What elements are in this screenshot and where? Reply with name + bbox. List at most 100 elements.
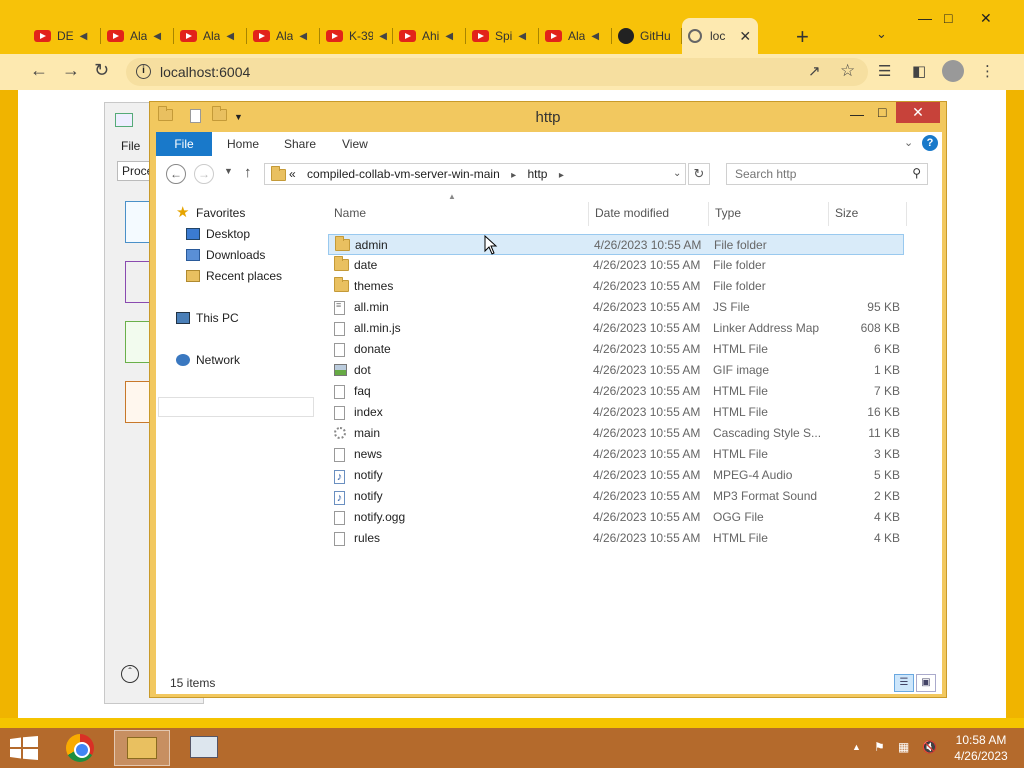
close-icon[interactable]: ✕ — [980, 10, 992, 27]
volume-muted-icon[interactable]: 🔇 — [922, 740, 937, 754]
search-icon[interactable]: ⚲ — [912, 166, 921, 180]
address-path-box[interactable]: « compiled-collab-vm-server-win-main ▸ h… — [264, 163, 686, 185]
share-icon[interactable]: ↗ — [808, 62, 821, 80]
task-manager-file-menu[interactable]: File — [121, 139, 140, 153]
column-header-size[interactable]: Size — [835, 206, 858, 220]
browser-tab[interactable]: Ahi ◀ — [393, 20, 466, 52]
tab-search-chevron-icon[interactable]: ⌄ — [876, 26, 887, 42]
nav-desktop[interactable]: Desktop — [186, 227, 250, 241]
back-icon[interactable]: ← — [166, 164, 186, 184]
close-tab-icon[interactable]: ✕ — [739, 28, 751, 45]
nav-favorites[interactable]: ★ Favorites — [176, 205, 245, 220]
column-header-name[interactable]: Name — [334, 206, 366, 220]
audio-playing-icon[interactable]: ◀ — [153, 31, 161, 42]
refresh-icon[interactable]: ↻ — [688, 163, 710, 185]
browser-tab[interactable]: Ala ◀ — [539, 20, 612, 52]
file-row[interactable]: ♪ notify 4/26/2023 10:55 AM MPEG-4 Audio 5 K… — [328, 465, 904, 486]
address-bar[interactable]: i localhost:6004 ↗ ☆ — [126, 58, 868, 86]
audio-playing-icon[interactable]: ◀ — [445, 31, 453, 42]
bookmark-star-icon[interactable]: ☆ — [840, 61, 855, 81]
column-header-type[interactable]: Type — [715, 206, 741, 220]
windows-start-icon[interactable] — [10, 736, 38, 760]
minimize-icon[interactable]: — — [918, 10, 932, 26]
file-row[interactable]: donate 4/26/2023 10:55 AM HTML File 6 KB — [328, 339, 904, 360]
browser-tab[interactable]: Spi ◀ — [466, 20, 539, 52]
tab-home[interactable]: Home — [227, 137, 259, 151]
recent-locations-dropdown-icon[interactable]: ▼ — [224, 166, 233, 176]
browser-tab[interactable]: Ala ◀ — [247, 20, 320, 52]
profile-avatar[interactable] — [942, 60, 964, 82]
file-row[interactable]: all.min 4/26/2023 10:55 AM JS File 95 KB — [328, 297, 904, 318]
show-hidden-icons-icon[interactable]: ▲ — [852, 742, 861, 752]
browser-tab[interactable]: GitHu — [612, 20, 682, 52]
audio-playing-icon[interactable]: ◀ — [518, 31, 526, 42]
file-row[interactable]: admin 4/26/2023 10:55 AM File folder — [328, 234, 904, 255]
tab-share[interactable]: Share — [284, 137, 316, 151]
chrome-taskbar-button[interactable] — [52, 730, 108, 766]
column-header-date[interactable]: Date modified — [595, 206, 669, 220]
file-row[interactable]: all.min.js 4/26/2023 10:55 AM Linker Addre… — [328, 318, 904, 339]
side-panel-icon[interactable]: ◧ — [912, 62, 926, 80]
browser-tab[interactable]: Ala ◀ — [101, 20, 174, 52]
address-dropdown-icon[interactable]: ⌄ — [673, 168, 681, 179]
up-arrow-icon[interactable]: ↑ — [244, 164, 252, 181]
file-row[interactable]: main 4/26/2023 10:55 AM Cascading Style S.… — [328, 423, 904, 444]
new-tab-button[interactable]: + — [796, 24, 809, 50]
maximize-icon[interactable]: □ — [944, 10, 952, 26]
browser-tab[interactable]: K-391 ◀ — [320, 20, 393, 52]
menu-kebab-icon[interactable]: ⋮ — [980, 62, 995, 80]
nav-downloads[interactable]: Downloads — [186, 248, 265, 262]
file-row[interactable]: index 4/26/2023 10:55 AM HTML File 16 KB — [328, 402, 904, 423]
file-row[interactable]: rules 4/26/2023 10:55 AM HTML File 4 KB — [328, 528, 904, 549]
column-divider[interactable] — [588, 202, 589, 226]
help-icon[interactable]: ? — [922, 135, 938, 151]
nav-recent-places[interactable]: Recent places — [186, 269, 282, 283]
forward-icon[interactable]: → — [194, 164, 214, 184]
breadcrumb-item[interactable]: compiled-collab-vm-server-win-main — [307, 167, 500, 181]
browser-tab[interactable]: DE ◀ — [28, 20, 101, 52]
breadcrumb-separator-icon[interactable]: ▸ — [559, 170, 564, 181]
reload-icon[interactable]: ↻ — [94, 60, 109, 81]
breadcrumb-item[interactable]: http — [527, 167, 547, 181]
column-divider[interactable] — [708, 202, 709, 226]
file-row[interactable]: faq 4/26/2023 10:55 AM HTML File 7 KB — [328, 381, 904, 402]
file-explorer-window[interactable]: ▼ http — □ ✕ File Home Share View ⌄ ? ← … — [149, 101, 947, 698]
network-tray-icon[interactable]: ▦ — [898, 740, 909, 754]
column-divider[interactable] — [906, 202, 907, 226]
site-info-icon[interactable]: i — [136, 64, 151, 79]
maximize-icon[interactable]: □ — [878, 104, 886, 120]
fewer-details-icon[interactable]: ˆ — [121, 665, 139, 683]
tab-file[interactable]: File — [156, 132, 212, 156]
breadcrumb-separator-icon[interactable]: ▸ — [511, 170, 516, 181]
audio-playing-icon[interactable]: ◀ — [226, 31, 234, 42]
search-box[interactable]: ⚲ — [726, 163, 928, 185]
audio-playing-icon[interactable]: ◀ — [591, 31, 599, 42]
minimize-icon[interactable]: — — [850, 106, 864, 122]
audio-playing-icon[interactable]: ◀ — [379, 31, 387, 42]
nav-network[interactable]: Network — [176, 353, 240, 367]
back-icon[interactable]: ← — [30, 60, 48, 81]
file-row[interactable]: dot 4/26/2023 10:55 AM GIF image 1 KB — [328, 360, 904, 381]
browser-tab[interactable]: Ala ◀ — [174, 20, 247, 52]
audio-playing-icon[interactable]: ◀ — [80, 31, 88, 42]
column-divider[interactable] — [828, 202, 829, 226]
file-explorer-taskbar-button[interactable] — [114, 730, 170, 766]
media-control-icon[interactable]: ☰ — [878, 62, 891, 80]
expand-ribbon-chevron-icon[interactable]: ⌄ — [904, 136, 913, 149]
audio-playing-icon[interactable]: ◀ — [299, 31, 307, 42]
task-manager-taskbar-button[interactable] — [176, 730, 232, 766]
close-button[interactable]: ✕ — [896, 102, 940, 123]
browser-tab[interactable]: loc ✕ — [682, 18, 758, 54]
search-input[interactable] — [735, 167, 895, 181]
tab-view[interactable]: View — [342, 137, 368, 151]
large-icons-view-icon[interactable]: ▣ — [916, 674, 936, 692]
nav-this-pc[interactable]: This PC — [176, 311, 239, 325]
details-view-icon[interactable]: ☰ — [894, 674, 914, 692]
file-row[interactable]: notify.ogg 4/26/2023 10:55 AM OGG File 4 KB — [328, 507, 904, 528]
file-row[interactable]: themes 4/26/2023 10:55 AM File folder — [328, 276, 904, 297]
url-text[interactable]: localhost:6004 — [160, 64, 250, 80]
file-row[interactable]: news 4/26/2023 10:55 AM HTML File 3 KB — [328, 444, 904, 465]
explorer-title-bar[interactable]: ▼ http — □ ✕ — [150, 102, 946, 132]
action-center-flag-icon[interactable]: ⚑ — [874, 740, 885, 754]
file-row[interactable]: date 4/26/2023 10:55 AM File folder — [328, 255, 904, 276]
